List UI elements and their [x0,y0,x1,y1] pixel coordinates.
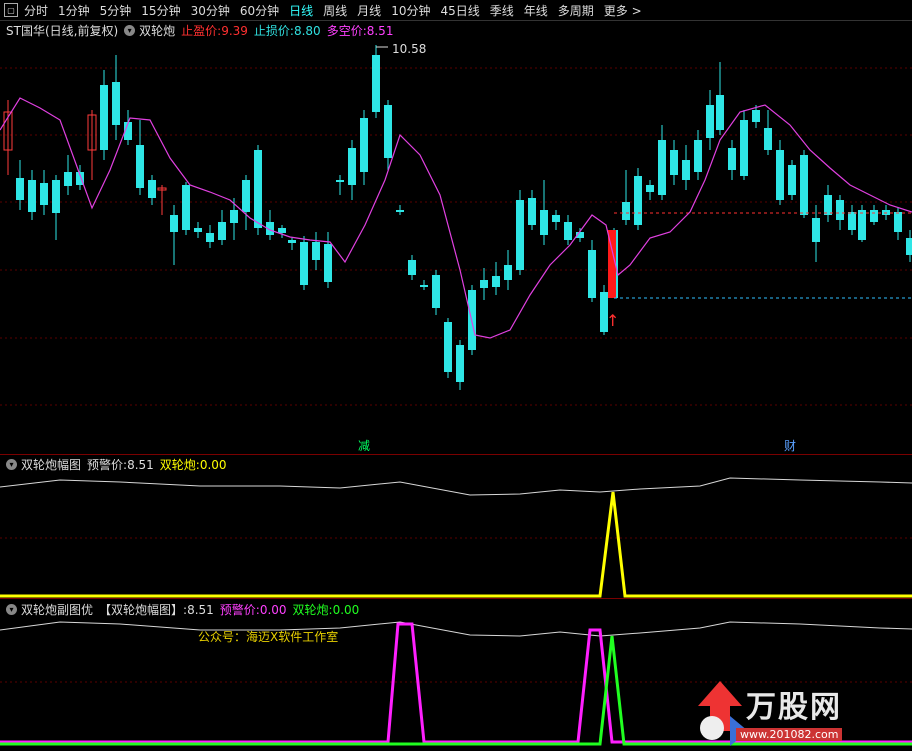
candle-body [848,212,856,230]
candle-body [588,250,596,298]
candle-body [682,160,690,180]
candle-body [182,185,190,230]
candle-body [360,118,368,172]
candle-body [870,210,878,222]
ma-line [0,97,912,339]
candle-body [812,218,820,242]
signal-arrow: ↑ [606,311,619,330]
candle-body [706,105,714,138]
candle-body [504,265,512,280]
candle-body [622,202,630,220]
candle-body [728,148,736,170]
candle-body [646,185,654,192]
candle-body [112,82,120,125]
candle-body [788,165,796,195]
candle-body [408,260,416,275]
candlestick-chart[interactable]: ↑ [0,0,912,751]
candle-body [242,180,250,212]
candle-body [894,212,902,232]
candle-body [136,145,144,188]
candle-body [218,222,226,240]
candle-body [194,228,202,232]
candle-body [658,140,666,195]
badge-cai: 财 [784,439,797,453]
candle-body [800,155,808,215]
panel3-note: 公众号：海迈X软件工作室 [198,628,344,645]
candle-body [206,233,214,242]
candle-body [824,195,832,215]
candle-body [670,150,678,175]
candle-body [906,238,912,255]
candle-body [444,322,452,372]
candle-body [516,200,524,270]
candle-body [396,210,404,212]
candle-body [300,242,308,285]
candle-body [16,178,24,200]
candle-body [336,180,344,182]
candle-body [420,285,428,287]
candle-body [552,215,560,222]
candle-body [384,105,392,158]
panel3-note-text: 公众号：海迈X软件工作室 [198,630,339,644]
badge-jian: 减 [358,439,371,453]
candle-body [64,172,72,186]
candle-body [858,210,866,240]
candle-body [348,148,356,185]
candle-body [564,222,572,240]
candle-body [324,244,332,282]
candle-body [764,128,772,150]
candle-body [52,180,60,213]
candle-body [432,275,440,308]
candle-body [480,280,488,288]
candle-body [170,215,178,232]
candle-body [776,150,784,200]
candle-body [694,140,702,172]
watermark-url: www.201082.com [736,728,843,741]
watermark-logo: 万股网 www.201082.com [690,676,912,751]
candle-body [716,95,724,130]
high-price-label: 10.58 [392,42,427,56]
candle-body [148,180,156,198]
candle-body [492,276,500,287]
candle-body [312,242,320,260]
panel2-white-line [0,477,912,496]
candle-body [278,228,286,233]
candle-body [100,85,108,150]
candle-body [540,210,548,235]
candle-body [372,55,380,112]
panel2-signal-line [0,491,912,598]
panel3-white-line [0,621,912,637]
candle-body [40,183,48,205]
candle-body [752,110,760,122]
watermark-brand: 万股网 [746,690,842,725]
candle-body [634,176,642,225]
candle-body [28,180,36,212]
candle-body [456,345,464,382]
candle-body [230,210,238,223]
candle-body [528,198,536,225]
candle-body [254,150,262,228]
candle-body [288,240,296,243]
candle-body [740,120,748,176]
candle-body [836,200,844,220]
